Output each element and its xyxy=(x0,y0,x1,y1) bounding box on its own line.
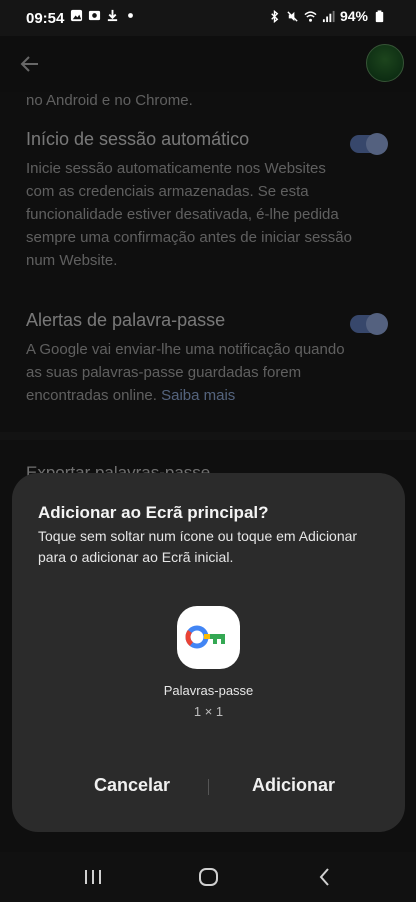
dialog-message: Toque sem soltar num ícone ou toque em A… xyxy=(38,528,358,565)
gallery-icon xyxy=(70,9,83,22)
download-icon xyxy=(107,9,118,22)
dialog-title: Adicionar ao Ecrã principal? xyxy=(38,503,269,522)
cancel-button[interactable]: Cancelar xyxy=(88,774,176,797)
signal-icon xyxy=(322,10,335,22)
battery-level: 94% xyxy=(339,8,368,24)
button-separator xyxy=(208,779,209,795)
recent-apps-icon[interactable] xyxy=(80,864,106,890)
status-time: 09:54 xyxy=(26,10,65,27)
photos-icon xyxy=(88,10,101,21)
bluetooth-icon xyxy=(271,9,279,23)
dot-icon xyxy=(128,13,133,18)
app-name-label: Palavras-passe xyxy=(163,683,254,698)
wifi-icon xyxy=(304,10,317,22)
widget-size-label: 1 × 1 xyxy=(193,704,224,719)
status-bar: 09:54 94% xyxy=(0,0,416,36)
add-button[interactable]: Adicionar xyxy=(246,774,341,797)
back-nav-icon[interactable] xyxy=(312,864,338,890)
mute-icon xyxy=(287,10,298,22)
key-icon xyxy=(185,625,225,649)
system-nav-bar xyxy=(0,852,416,902)
password-manager-app-icon[interactable] xyxy=(177,606,240,669)
add-to-home-dialog: Adicionar ao Ecrã principal? Toque sem s… xyxy=(12,473,405,832)
battery-icon xyxy=(375,9,384,22)
home-icon[interactable] xyxy=(196,864,222,890)
